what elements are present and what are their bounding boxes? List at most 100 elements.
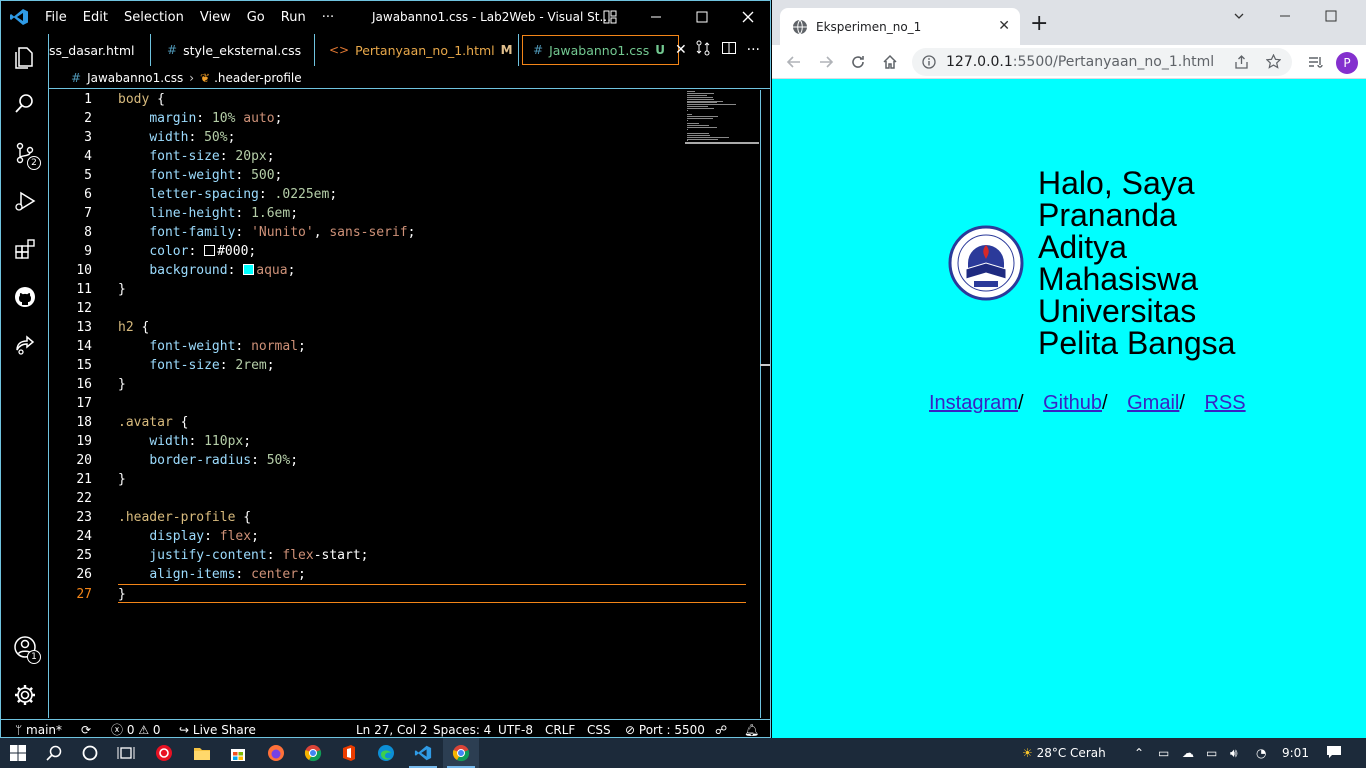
reload-icon[interactable] bbox=[847, 51, 869, 73]
code-line[interactable]: 25 justify-content: flex-start; bbox=[50, 546, 690, 565]
split-editor-icon[interactable] bbox=[721, 40, 737, 60]
code-line[interactable]: 9 color: #000; bbox=[50, 242, 690, 261]
code-line[interactable]: 10 background: aqua; bbox=[50, 261, 690, 280]
microsoft-store-icon[interactable] bbox=[220, 738, 256, 768]
back-arrow-icon[interactable] bbox=[783, 51, 805, 73]
cursor-position[interactable]: Ln 27, Col 2 bbox=[356, 720, 428, 737]
minimap[interactable] bbox=[685, 91, 759, 144]
clock-time[interactable]: 9:01 bbox=[1282, 738, 1309, 768]
accounts-icon[interactable]: 1 bbox=[1, 624, 49, 670]
menu-go[interactable]: Go bbox=[239, 10, 273, 25]
breadcrumb-file[interactable]: Jawabanno1.css bbox=[87, 71, 183, 85]
code-line[interactable]: 4 font-size: 20px; bbox=[50, 147, 690, 166]
more-actions-icon[interactable]: ··· bbox=[747, 42, 760, 58]
tab-search-chevron-down-icon[interactable] bbox=[1216, 0, 1262, 32]
branch-indicator[interactable]: ᛘ main* bbox=[15, 720, 62, 737]
chrome-tab[interactable]: Eksperimen_no_1 ✕ bbox=[780, 8, 1020, 45]
volume-icon[interactable]: 🔊︎ bbox=[1230, 738, 1238, 768]
source-control-icon[interactable]: 2 bbox=[1, 130, 49, 176]
tab-ss-dasar[interactable]: ss_dasar.html bbox=[49, 34, 151, 66]
gmail-link[interactable]: Gmail bbox=[1127, 392, 1179, 414]
encoding[interactable]: UTF-8 bbox=[498, 720, 533, 737]
minimap-viewport[interactable] bbox=[685, 142, 759, 144]
live-share-icon[interactable] bbox=[1, 322, 49, 368]
chrome-icon[interactable] bbox=[295, 738, 331, 768]
office-icon[interactable] bbox=[331, 738, 367, 768]
code-line[interactable]: 23 .header-profile { bbox=[50, 508, 690, 527]
app-red-icon[interactable] bbox=[146, 738, 182, 768]
code-line[interactable]: 2 margin: 10% auto; bbox=[50, 109, 690, 128]
live-server-port[interactable]: ⊘ Port : 5500 bbox=[625, 720, 705, 737]
color-swatch[interactable] bbox=[243, 264, 255, 275]
cortana-icon[interactable] bbox=[72, 738, 108, 768]
code-line[interactable]: 20 border-radius: 50%; bbox=[50, 451, 690, 470]
show-hidden-icons-chevron-up-icon[interactable]: ⌃ bbox=[1134, 738, 1144, 768]
code-line[interactable]: 13 h2 { bbox=[50, 318, 690, 337]
chrome-taskbar-icon[interactable] bbox=[443, 738, 479, 768]
live-share-status[interactable]: ↪ Live Share bbox=[179, 720, 256, 737]
onedrive-cloud-icon[interactable]: ☁ bbox=[1182, 738, 1194, 768]
sync-icon[interactable]: ⟳ bbox=[81, 720, 91, 737]
tab-style-eksternal[interactable]: # style_eksternal.css bbox=[151, 34, 315, 66]
task-view-icon[interactable] bbox=[108, 738, 144, 768]
code-line[interactable]: 5 font-weight: 500; bbox=[50, 166, 690, 185]
tab-close-icon[interactable]: ✕ bbox=[675, 42, 687, 58]
problems-indicator[interactable]: ⓧ 0 ⚠ 0 bbox=[111, 720, 161, 737]
forward-arrow-icon[interactable] bbox=[815, 51, 837, 73]
wifi-icon[interactable]: ◔ bbox=[1256, 738, 1266, 768]
reading-list-icon[interactable] bbox=[1304, 51, 1326, 73]
share-icon[interactable] bbox=[1234, 55, 1249, 69]
rss-link[interactable]: RSS bbox=[1204, 392, 1245, 414]
code-line[interactable]: 3 width: 50%; bbox=[50, 128, 690, 147]
profile-avatar[interactable]: P bbox=[1336, 52, 1358, 74]
maximize-button[interactable] bbox=[679, 1, 725, 33]
file-explorer-icon[interactable] bbox=[184, 738, 220, 768]
menu-edit[interactable]: Edit bbox=[75, 10, 116, 25]
notifications-bell-icon[interactable]: 🔔︎ bbox=[744, 720, 759, 737]
code-line[interactable]: 21} bbox=[50, 470, 690, 489]
code-line[interactable]: 14 font-weight: normal; bbox=[50, 337, 690, 356]
code-line[interactable]: 18 .avatar { bbox=[50, 413, 690, 432]
menu-file[interactable]: File bbox=[37, 10, 75, 25]
tab-jawabanno1[interactable]: # Jawabanno1.css U ✕ bbox=[522, 35, 687, 65]
code-line[interactable]: 6 letter-spacing: .0225em; bbox=[50, 185, 690, 204]
weather-widget[interactable]: ☀ 28°C Cerah bbox=[1022, 738, 1106, 768]
bookmark-star-icon[interactable] bbox=[1266, 54, 1281, 69]
settings-gear-icon[interactable] bbox=[1, 672, 49, 718]
code-line[interactable]: 17 bbox=[50, 394, 690, 413]
extensions-icon[interactable] bbox=[1, 226, 49, 272]
code-line[interactable]: 1 body { bbox=[50, 90, 690, 109]
code-line[interactable]: 16} bbox=[50, 375, 690, 394]
code-line[interactable]: 7 line-height: 1.6em; bbox=[50, 204, 690, 223]
code-line[interactable]: 19 width: 110px; bbox=[50, 432, 690, 451]
layout-icon[interactable] bbox=[587, 1, 633, 33]
open-changes-icon[interactable] bbox=[695, 40, 711, 60]
github-link[interactable]: Github bbox=[1043, 392, 1102, 414]
menu-selection[interactable]: Selection bbox=[116, 10, 192, 25]
chrome-maximize-button[interactable] bbox=[1308, 0, 1354, 32]
windows-start-icon[interactable] bbox=[0, 738, 36, 768]
code-line[interactable]: 12 bbox=[50, 299, 690, 318]
code-line[interactable]: 11} bbox=[50, 280, 690, 299]
search-icon[interactable] bbox=[1, 80, 49, 126]
tab-pertanyaan-no-1[interactable]: <> Pertanyaan_no_1.html M bbox=[315, 34, 519, 66]
close-button[interactable] bbox=[725, 1, 770, 33]
vscode-taskbar-icon[interactable] bbox=[405, 738, 441, 768]
site-info-icon[interactable] bbox=[922, 55, 936, 69]
action-center-icon[interactable] bbox=[1326, 738, 1342, 768]
meet-now-icon[interactable]: ▭ bbox=[1158, 738, 1169, 768]
home-icon[interactable] bbox=[879, 51, 901, 73]
explorer-icon[interactable] bbox=[1, 34, 49, 80]
language-mode[interactable]: CSS bbox=[587, 720, 611, 737]
code-line[interactable]: 24 display: flex; bbox=[50, 527, 690, 546]
github-icon[interactable] bbox=[1, 274, 49, 320]
new-tab-button[interactable]: + bbox=[1030, 12, 1048, 36]
end-of-line[interactable]: CRLF bbox=[545, 720, 575, 737]
tab-close-icon[interactable]: ✕ bbox=[998, 18, 1010, 34]
menu-run[interactable]: Run bbox=[273, 10, 314, 25]
scrollbar-marker[interactable] bbox=[760, 364, 770, 366]
taskbar-search-icon[interactable] bbox=[36, 738, 72, 768]
code-editor[interactable]: 1 body {2 margin: 10% auto; 3 width: 50%; 4… bbox=[50, 90, 760, 718]
breadcrumb-symbol[interactable]: .header-profile bbox=[214, 71, 302, 85]
instagram-link[interactable]: Instagram bbox=[929, 392, 1018, 414]
